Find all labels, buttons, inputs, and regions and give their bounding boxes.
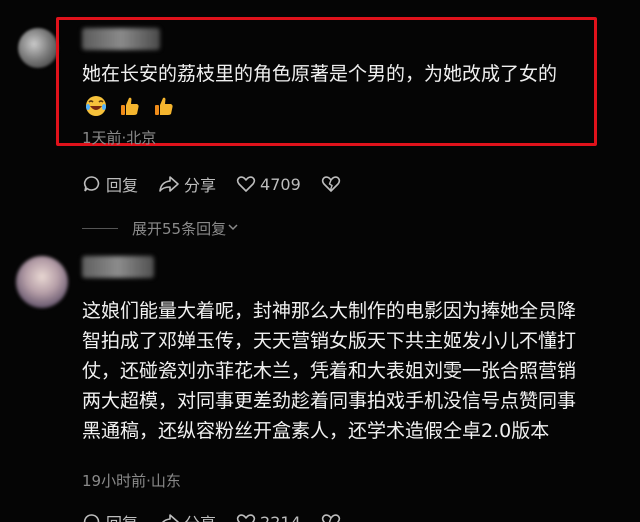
avatar[interactable] [16,256,68,308]
broken-heart-icon [321,174,341,194]
heart-icon [236,174,256,194]
share-arrow-icon [158,174,180,194]
share-button[interactable]: 分享 [158,172,216,196]
comment-bubble-icon [82,174,102,194]
comment-text-line: 智拍成了邓婵玉传，天天营销女版天下共主姬发小儿不懂打 [82,330,577,352]
comment-actions: 回复 分享 2214 [82,510,361,522]
emoji-row [84,94,176,118]
like-button[interactable]: 2214 [236,512,301,522]
broken-heart-icon [321,512,341,522]
chevron-down-icon [226,220,240,238]
comment-feed: 她在长安的荔枝里的角色原著是个男的，为她改成了女的 1天前·北京 回复 分享 4… [0,0,640,522]
share-label: 分享 [184,510,216,522]
expand-replies-button[interactable]: 展开55条回复 [82,218,240,239]
reply-label: 回复 [106,510,138,522]
like-count: 2214 [260,512,301,522]
comment-text: 她在长安的荔枝里的角色原著是个男的，为她改成了女的 [82,63,558,85]
like-count: 4709 [260,174,301,194]
like-button[interactable]: 4709 [236,174,301,194]
reply-label: 回复 [106,176,139,195]
share-label: 分享 [184,176,217,195]
thumbs-up-emoji [152,94,176,118]
reply-button[interactable]: 回复 [82,510,138,522]
comment-text-line: 仗，还碰瓷刘亦菲花木兰，凭着和大表姐刘雯一张合照营销 [82,360,577,382]
thumbs-up-emoji [118,94,142,118]
comment-text: 这娘们能量大着呢，封神那么大制作的电影因为捧她全员降 智拍成了邓婵玉传，天天营销… [82,296,630,446]
comment-text-line: 黑通稿，还纵容粉丝开盒素人，还学术造假仝卓2.0版本 [82,420,550,442]
reply-button[interactable]: 回复 [82,172,138,196]
comment-bubble-icon [82,512,102,522]
share-arrow-icon [158,512,180,522]
comment-text-line: 两大超模，对同事更差劲趁着同事拍戏手机没信号点赞同事 [82,390,577,412]
comment-text-line: 这娘们能量大着呢，封神那么大制作的电影因为捧她全员降 [82,300,577,322]
comment-actions: 回复 分享 4709 [82,172,361,196]
avatar[interactable] [18,28,58,68]
dislike-button[interactable] [321,512,341,522]
username-blurred[interactable] [82,256,154,278]
comment-meta: 1天前·北京 [82,129,157,147]
laughing-tears-emoji [84,94,108,118]
divider-line [82,228,118,229]
dislike-button[interactable] [321,174,341,194]
heart-icon [236,512,256,522]
share-button[interactable]: 分享 [158,510,216,522]
comment-meta: 19小时前·山东 [82,472,181,490]
expand-replies-label: 展开55条回复 [132,220,227,238]
